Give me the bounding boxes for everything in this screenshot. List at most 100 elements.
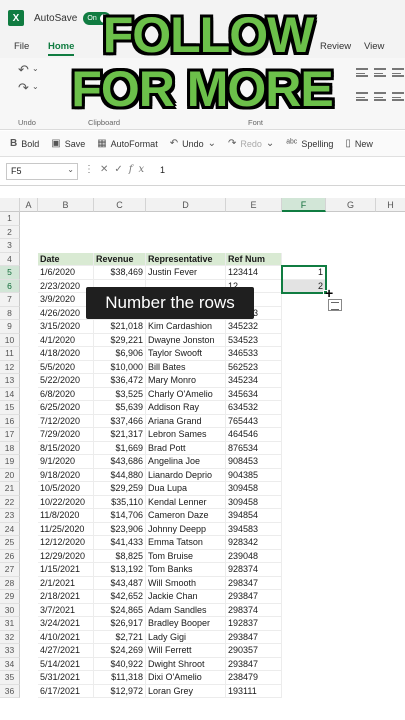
table-cell[interactable]: $36,472 [94, 374, 146, 388]
table-cell[interactable]: $5,639 [94, 401, 146, 415]
table-cell[interactable]: $24,865 [94, 603, 146, 617]
row-header[interactable]: 2 [0, 225, 20, 239]
column-header-f[interactable]: F [282, 198, 326, 212]
row-header[interactable]: 19 [0, 455, 20, 469]
row-header[interactable]: 21 [0, 482, 20, 496]
align-left-icon[interactable] [356, 92, 368, 101]
table-cell[interactable]: $10,000 [94, 360, 146, 374]
table-cell[interactable]: Kendal Lenner [146, 495, 226, 509]
table-cell[interactable]: $29,221 [94, 333, 146, 347]
undo-button[interactable]: ↶ Undo ⌄ [170, 138, 216, 149]
table-header-date[interactable]: Date [38, 252, 94, 266]
table-cell[interactable]: 928342 [226, 536, 282, 550]
table-cell[interactable]: 345232 [226, 320, 282, 334]
chevron-down-icon[interactable]: ⌄ [32, 64, 39, 73]
table-cell[interactable]: 298374 [226, 603, 282, 617]
table-cell[interactable]: 634532 [226, 401, 282, 415]
selection-range[interactable] [281, 265, 327, 294]
table-cell[interactable]: Lianardo Deprio [146, 468, 226, 482]
align-middle-icon[interactable] [374, 68, 386, 77]
table-cell[interactable]: 5/22/2020 [38, 374, 94, 388]
table-cell[interactable]: 293847 [226, 590, 282, 604]
row-header[interactable]: 11 [0, 347, 20, 361]
table-cell[interactable]: $11,318 [94, 671, 146, 685]
table-cell[interactable]: Johnny Deepp [146, 522, 226, 536]
table-cell[interactable]: 12/29/2020 [38, 549, 94, 563]
column-header-c[interactable]: C [94, 198, 146, 212]
table-cell[interactable]: 2/18/2021 [38, 590, 94, 604]
row-header[interactable]: 8 [0, 306, 20, 320]
align-top-icon[interactable] [356, 68, 368, 77]
table-cell[interactable]: 293847 [226, 657, 282, 671]
row-header[interactable]: 10 [0, 333, 20, 347]
row-header[interactable]: 36 [0, 684, 20, 698]
autoformat-button[interactable]: ▦ AutoFormat [97, 138, 157, 149]
table-cell[interactable]: 9/1/2020 [38, 455, 94, 469]
table-cell[interactable]: 10/22/2020 [38, 495, 94, 509]
row-header[interactable]: 14 [0, 387, 20, 401]
enter-icon[interactable]: ✓ [114, 164, 128, 175]
table-cell[interactable]: Addison Ray [146, 401, 226, 415]
row-header[interactable]: 25 [0, 536, 20, 550]
row-header[interactable]: 31 [0, 617, 20, 631]
table-cell[interactable]: $24,269 [94, 644, 146, 658]
save-button[interactable]: ▣ Save [51, 138, 85, 149]
row-header[interactable]: 23 [0, 509, 20, 523]
table-cell[interactable]: $6,906 [94, 347, 146, 361]
row-header[interactable]: 9 [0, 320, 20, 334]
table-cell[interactable]: Mary Monro [146, 374, 226, 388]
table-cell[interactable]: Dua Lupa [146, 482, 226, 496]
row-header[interactable]: 24 [0, 522, 20, 536]
table-cell[interactable]: 11/8/2020 [38, 509, 94, 523]
table-cell[interactable]: 293847 [226, 630, 282, 644]
tab-file[interactable]: File [14, 41, 29, 52]
table-cell[interactable]: $44,880 [94, 468, 146, 482]
table-cell[interactable]: 534523 [226, 333, 282, 347]
table-cell[interactable]: Charly O'Amelio [146, 387, 226, 401]
align-bottom-icon[interactable] [392, 68, 404, 77]
table-cell[interactable]: 345234 [226, 374, 282, 388]
table-cell[interactable]: 464546 [226, 428, 282, 442]
table-cell[interactable]: 4/18/2020 [38, 347, 94, 361]
table-cell[interactable]: 8/15/2020 [38, 441, 94, 455]
table-cell[interactable]: $23,906 [94, 522, 146, 536]
table-cell[interactable]: 290357 [226, 644, 282, 658]
new-button[interactable]: ▯ New [345, 138, 373, 149]
table-cell[interactable]: 765443 [226, 414, 282, 428]
table-cell[interactable]: $8,825 [94, 549, 146, 563]
table-cell[interactable]: 7/12/2020 [38, 414, 94, 428]
table-cell[interactable]: $21,018 [94, 320, 146, 334]
row-header[interactable]: 13 [0, 374, 20, 388]
table-cell[interactable]: 3/15/2020 [38, 320, 94, 334]
row-header[interactable]: 3 [0, 239, 20, 253]
table-cell[interactable]: 10/5/2020 [38, 482, 94, 496]
table-cell[interactable]: $41,433 [94, 536, 146, 550]
redo-icon[interactable]: ↷ [18, 80, 29, 96]
table-cell[interactable]: Tom Banks [146, 563, 226, 577]
name-box[interactable]: F5 ⌄ [6, 163, 78, 180]
row-header[interactable]: 17 [0, 428, 20, 442]
row-header[interactable]: 27 [0, 563, 20, 577]
row-header[interactable]: 30 [0, 603, 20, 617]
table-cell[interactable]: $29,259 [94, 482, 146, 496]
table-cell[interactable]: Jackie Chan [146, 590, 226, 604]
column-header-d[interactable]: D [146, 198, 226, 212]
table-cell[interactable]: $12,972 [94, 684, 146, 698]
select-all-corner[interactable] [0, 198, 20, 212]
table-cell[interactable]: Dwight Shroot [146, 657, 226, 671]
column-header-a[interactable]: A [20, 198, 38, 212]
row-header[interactable]: 20 [0, 468, 20, 482]
table-cell[interactable]: $43,487 [94, 576, 146, 590]
row-header[interactable]: 4 [0, 252, 20, 266]
table-cell[interactable]: 6/25/2020 [38, 401, 94, 415]
row-header[interactable]: 12 [0, 360, 20, 374]
table-cell[interactable]: $21,317 [94, 428, 146, 442]
row-header[interactable]: 1 [0, 212, 20, 226]
bold-button[interactable]: B Bold [10, 138, 39, 149]
align-center-icon[interactable] [374, 92, 386, 101]
row-header[interactable]: 7 [0, 293, 20, 307]
table-cell[interactable]: Lebron Sames [146, 428, 226, 442]
table-cell[interactable]: 7/29/2020 [38, 428, 94, 442]
table-cell[interactable]: 6/17/2021 [38, 684, 94, 698]
row-header[interactable]: 32 [0, 630, 20, 644]
